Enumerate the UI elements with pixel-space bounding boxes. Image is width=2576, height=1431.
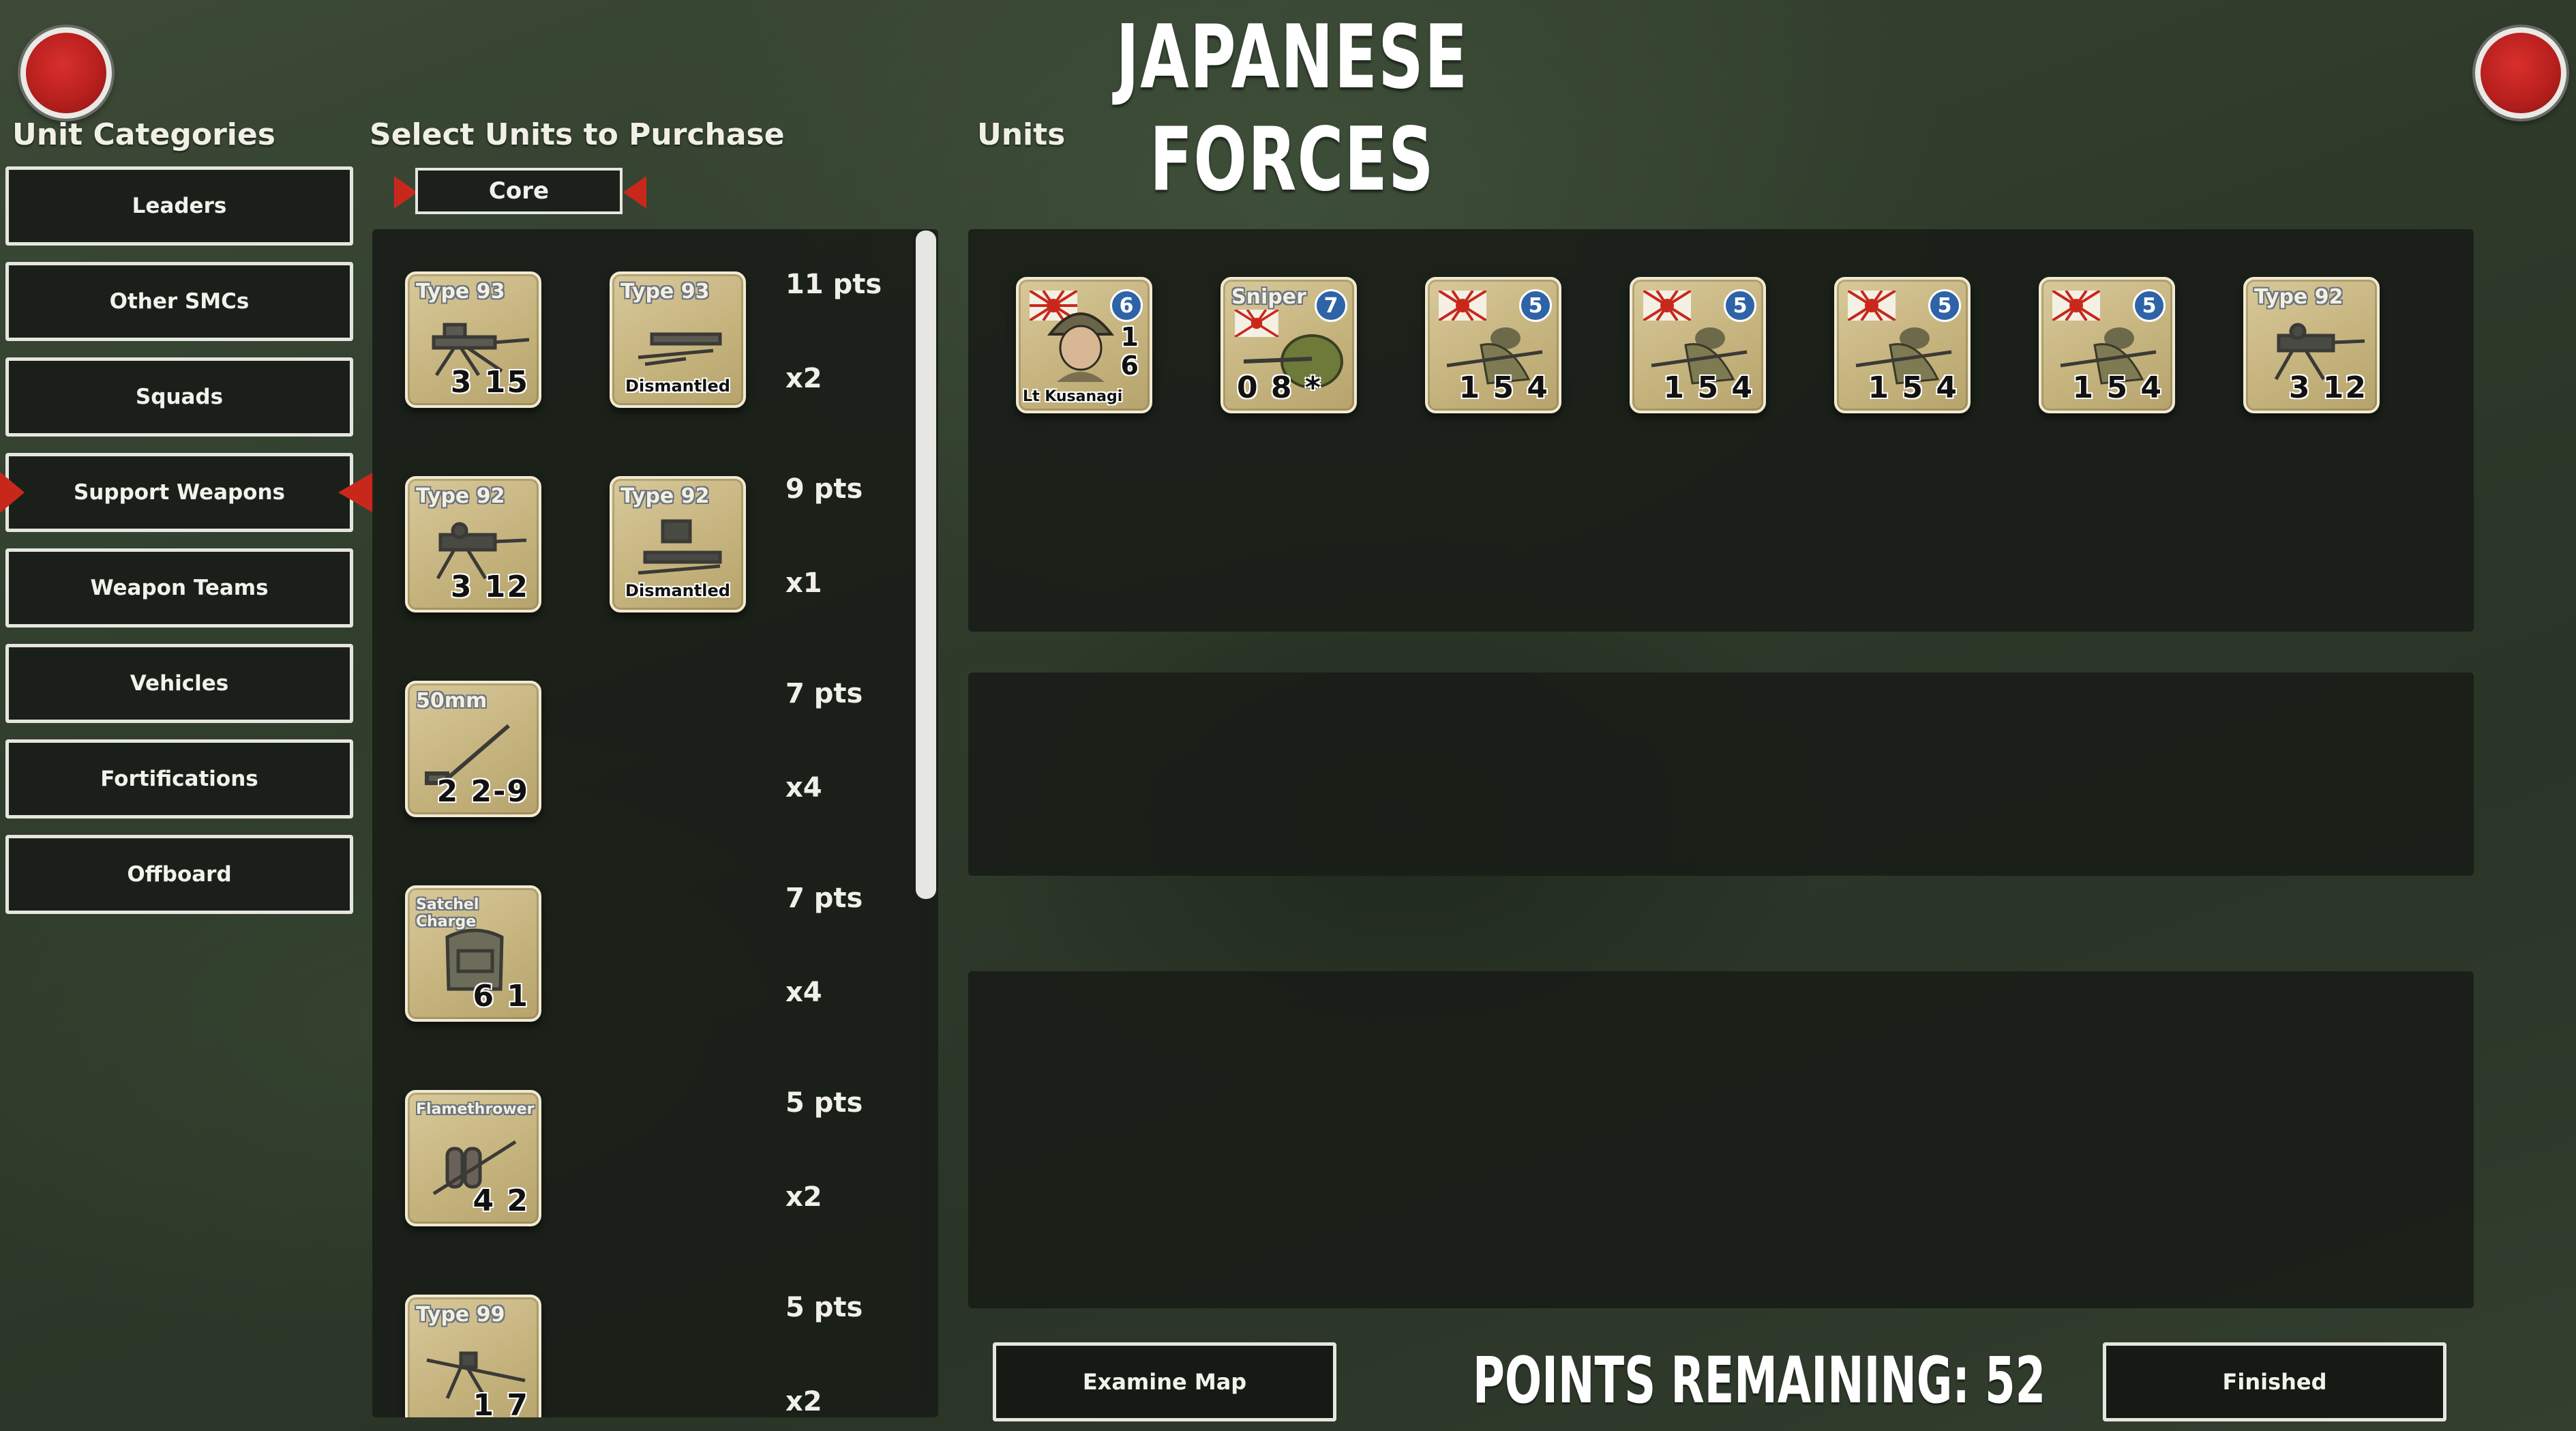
category-support-weapons[interactable]: Support Weapons <box>5 453 353 532</box>
menu-round-button-right[interactable] <box>2475 27 2566 119</box>
rising-sun-flag-icon <box>1439 291 1486 321</box>
unit-type92[interactable]: Type 92 3 12 <box>2243 277 2380 413</box>
unit-squad[interactable]: 5 1 5 4 <box>1630 277 1766 413</box>
counter-type99[interactable]: Type 99 1 7 <box>405 1295 541 1417</box>
tab-next-arrow[interactable] <box>623 176 646 209</box>
row-points: 7 pts <box>785 678 863 709</box>
counter-type92-dismantled[interactable]: Type 92 Dismantled <box>610 476 746 613</box>
row-quantity: x1 <box>785 567 822 599</box>
rising-sun-flag-icon <box>1643 291 1691 321</box>
dismantled-hmg-icon <box>638 519 722 575</box>
category-squads[interactable]: Squads <box>5 357 353 437</box>
units-panel-2 <box>968 673 2474 876</box>
category-other-smcs[interactable]: Other SMCs <box>5 262 353 341</box>
unit-categories-heading: Unit Categories <box>12 117 275 152</box>
unit-squad[interactable]: 5 1 5 4 <box>1834 277 1971 413</box>
category-leaders[interactable]: Leaders <box>5 166 353 246</box>
row-points: 9 pts <box>785 473 863 505</box>
points-remaining: POINTS REMAINING: 52 <box>1473 1344 2046 1418</box>
select-units-heading: Select Units to Purchase <box>370 117 785 152</box>
counter-satchel-charge[interactable]: Satchel Charge 6 1 <box>405 885 541 1022</box>
row-quantity: x2 <box>785 1386 822 1417</box>
rising-sun-flag-icon <box>1848 291 1896 321</box>
unit-squad[interactable]: 5 1 5 4 <box>2039 277 2175 413</box>
category-weapon-teams[interactable]: Weapon Teams <box>5 548 353 628</box>
tab-core[interactable]: Core <box>415 168 623 214</box>
row-quantity: x4 <box>785 977 822 1008</box>
dismantled-hmg-icon <box>638 332 722 366</box>
page-title: JAPANESE FORCES <box>1115 7 1469 211</box>
counter-type93[interactable]: Type 93 3 15 <box>405 271 541 408</box>
row-quantity: x2 <box>785 1181 822 1213</box>
unit-sniper[interactable]: Sniper 7 0 8 * <box>1220 277 1357 413</box>
unit-squad[interactable]: 5 1 5 4 <box>1425 277 1561 413</box>
rising-sun-flag-icon <box>2052 291 2100 321</box>
row-quantity: x4 <box>785 772 822 803</box>
finished-button[interactable]: Finished <box>2103 1342 2446 1421</box>
counter-type92[interactable]: Type 92 3 12 <box>405 476 541 613</box>
examine-map-button[interactable]: Examine Map <box>993 1342 1336 1421</box>
category-fortifications[interactable]: Fortifications <box>5 739 353 818</box>
purchase-list: Type 93 3 15 Type 93 Dismantled 11 pts x… <box>372 232 937 1417</box>
row-quantity: x2 <box>785 363 822 394</box>
selected-category-arrow-right <box>338 472 374 513</box>
category-offboard[interactable]: Offboard <box>5 835 353 914</box>
selected-category-arrow-left <box>0 472 25 513</box>
row-points: 11 pts <box>785 269 882 300</box>
menu-round-button-left[interactable] <box>20 27 112 119</box>
units-heading: Units <box>977 117 1066 152</box>
tab-prev-arrow[interactable] <box>394 176 417 209</box>
row-points: 5 pts <box>785 1087 863 1119</box>
units-panel-3 <box>968 971 2474 1308</box>
category-vehicles[interactable]: Vehicles <box>5 644 353 723</box>
unit-leader-kusanagi[interactable]: 6 1 6 Lt Kusanagi <box>1016 277 1152 413</box>
row-points: 5 pts <box>785 1292 863 1323</box>
counter-type93-dismantled[interactable]: Type 93 Dismantled <box>610 271 746 408</box>
row-points: 7 pts <box>785 883 863 914</box>
counter-flamethrower[interactable]: Flamethrower 4 2 <box>405 1090 541 1226</box>
counter-50mm[interactable]: 50mm 2 2-9 <box>405 681 541 817</box>
